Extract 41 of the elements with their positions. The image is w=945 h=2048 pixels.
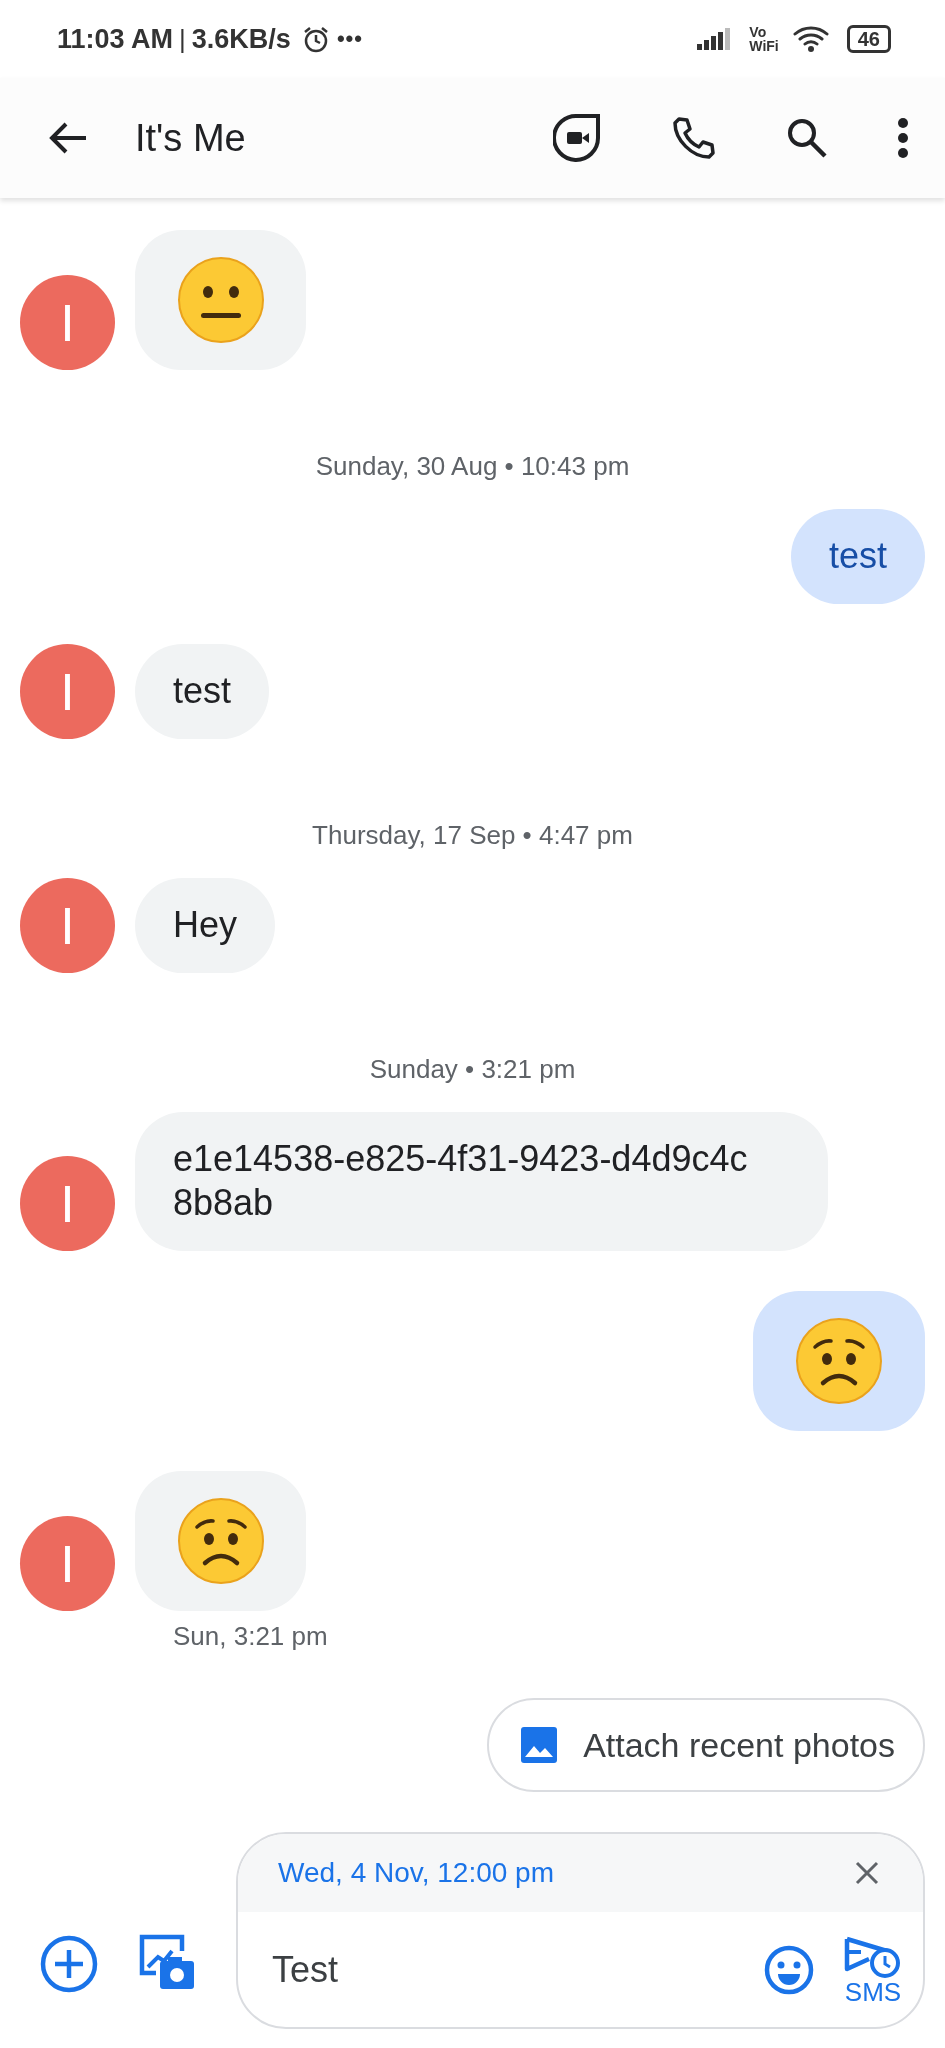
more-options-icon[interactable] — [897, 118, 909, 158]
battery-indicator: 46 — [846, 25, 891, 53]
contact-avatar[interactable]: I — [20, 1156, 115, 1251]
message-bubble[interactable]: test — [135, 644, 270, 739]
back-arrow-icon[interactable] — [48, 120, 88, 156]
worried-face-icon — [795, 1317, 883, 1405]
status-time: 11:03 AM — [57, 23, 174, 55]
contact-avatar[interactable]: I — [20, 275, 115, 370]
search-icon[interactable] — [785, 116, 829, 160]
message-bubble[interactable] — [135, 1471, 306, 1611]
contact-avatar[interactable]: I — [20, 1516, 115, 1611]
close-icon[interactable] — [855, 1861, 879, 1885]
wifi-icon — [792, 24, 831, 54]
message-bubble[interactable] — [753, 1291, 925, 1431]
worried-face-icon — [176, 1497, 265, 1585]
message-bubble[interactable]: test — [790, 509, 925, 604]
message-field[interactable]: Test — [272, 1948, 735, 1991]
image-icon — [521, 1727, 558, 1763]
phone-icon[interactable] — [671, 115, 717, 161]
more-notifications: ••• — [336, 26, 363, 52]
network-speed: 3.6KB/s — [191, 23, 291, 55]
contact-avatar[interactable]: I — [20, 644, 115, 739]
message-time: Sun, 3:21 pm — [173, 1621, 329, 1652]
date-divider: Thursday, 17 Sep • 4:47 pm — [311, 822, 634, 848]
message-bubble[interactable]: Hey — [135, 878, 276, 973]
video-call-icon[interactable] — [553, 113, 603, 163]
neutral-face-icon — [176, 256, 265, 344]
wifi-label: WiFi — [749, 39, 779, 53]
status-separator: | — [179, 23, 186, 55]
attach-photos-chip[interactable]: Attach recent photos — [487, 1698, 925, 1792]
add-icon[interactable] — [40, 1935, 98, 1993]
conversation-title: It's Me — [135, 116, 246, 160]
date-divider: Sunday, 30 Aug • 10:43 pm — [314, 453, 631, 479]
contact-avatar[interactable]: I — [20, 878, 115, 973]
emoji-icon[interactable] — [763, 1943, 815, 1996]
vo-label: Vo — [749, 25, 768, 39]
scheduled-send-icon — [843, 1934, 903, 1979]
date-divider: Sunday • 3:21 pm — [368, 1056, 577, 1082]
scheduled-send-button[interactable]: SMS — [843, 1934, 903, 2005]
message-bubble[interactable]: e1e14538-e825-4f31-9423-d4d9c4c 8b8ab — [135, 1112, 828, 1251]
scheduled-time[interactable]: Wed, 4 Nov, 12:00 pm — [278, 1857, 554, 1889]
